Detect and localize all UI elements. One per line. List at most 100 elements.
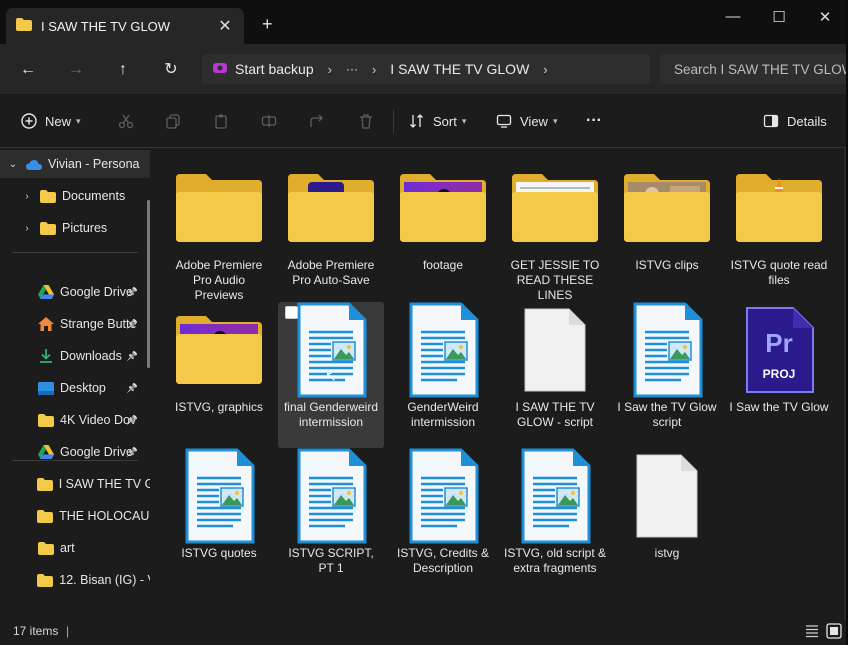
writer-document-icon bbox=[169, 448, 269, 544]
chevron-icon[interactable]: › bbox=[20, 223, 34, 234]
minimize-button[interactable]: — bbox=[718, 8, 748, 25]
sidebar-scrollbar[interactable] bbox=[147, 200, 150, 368]
sidebar-item[interactable]: Google Drive 📌 bbox=[0, 278, 150, 306]
svg-text:PROJ: PROJ bbox=[763, 367, 796, 381]
file-item[interactable]: I SAW THE TV GLOW - script bbox=[502, 302, 608, 448]
folder-item[interactable]: Adobe Premiere Pro Audio Previews bbox=[166, 160, 272, 306]
file-grid: Adobe Premiere Pro Audio Previews PrAdobe… bbox=[158, 150, 846, 616]
delete-button[interactable] bbox=[357, 95, 382, 147]
chevron-icon[interactable]: › bbox=[20, 191, 34, 202]
rename-icon bbox=[260, 112, 278, 130]
folder-item[interactable]: GET JESSIE TO READ THESE LINES bbox=[502, 160, 608, 306]
details-pane-button[interactable]: Details bbox=[762, 95, 827, 147]
details-view-button[interactable] bbox=[804, 623, 820, 639]
sidebar-item[interactable]: I SAW THE TV GL bbox=[0, 470, 150, 498]
sidebar-item[interactable]: Google Drive 📌 bbox=[0, 438, 150, 466]
file-name: Adobe Premiere Pro Audio Previews bbox=[175, 258, 263, 302]
breadcrumb-overflow[interactable]: ··· bbox=[346, 62, 358, 76]
pin-icon: 📌 bbox=[126, 286, 138, 297]
more-options-button[interactable]: ··· bbox=[586, 95, 602, 147]
chevron-icon[interactable]: ⌄ bbox=[6, 159, 20, 170]
clipboard-icon bbox=[212, 112, 230, 130]
file-item[interactable]: Pr PROJ I Saw the TV Glow bbox=[726, 302, 832, 448]
file-item[interactable]: ISTVG quotes bbox=[166, 448, 272, 594]
file-name: final Genderweird intermission bbox=[283, 400, 379, 429]
search-input[interactable]: Search I SAW THE TV GLOW bbox=[660, 54, 846, 84]
file-name: Adobe Premiere Pro Auto-Save bbox=[287, 258, 375, 287]
file-name: GET JESSIE TO READ THESE LINES bbox=[510, 258, 600, 302]
sidebar-item[interactable]: › Pictures bbox=[0, 214, 150, 242]
file-item[interactable]: GenderWeird intermission bbox=[390, 302, 496, 448]
file-item[interactable]: ↖ final Genderweird intermission bbox=[278, 302, 384, 448]
breadcrumb-current[interactable]: I SAW THE TV GLOW bbox=[390, 61, 529, 77]
sidebar-item[interactable]: art bbox=[0, 534, 150, 562]
status-bar: 17 items | bbox=[0, 620, 846, 645]
sidebar-item[interactable]: ⌄ Vivian - Persona bbox=[0, 150, 150, 178]
blank-file-icon bbox=[617, 448, 717, 544]
new-tab-button[interactable]: + bbox=[262, 14, 273, 35]
folder-icon bbox=[37, 509, 54, 523]
breadcrumb-separator: › bbox=[327, 61, 332, 77]
chevron-down-icon: ▾ bbox=[76, 115, 81, 126]
refresh-button[interactable]: ↻ bbox=[159, 58, 183, 82]
tab-i-saw-the-tv-glow[interactable]: I SAW THE TV GLOW ✕ bbox=[6, 8, 244, 44]
sidebar-item-label: Vivian - Persona bbox=[48, 157, 140, 171]
sidebar-item[interactable]: THE HOLOCAUS bbox=[0, 502, 150, 530]
forward-button[interactable]: → bbox=[64, 58, 88, 82]
writer-document-icon bbox=[393, 302, 493, 398]
paste-button[interactable] bbox=[212, 95, 237, 147]
trash-icon bbox=[357, 112, 375, 130]
share-button[interactable] bbox=[308, 95, 333, 147]
start-backup-button[interactable]: Start backup bbox=[235, 61, 314, 77]
file-item[interactable]: ISTVG, old script & extra fragments bbox=[502, 448, 608, 594]
writer-document-icon: ↖ bbox=[281, 302, 381, 398]
file-name: ISTVG, graphics bbox=[174, 400, 264, 414]
folder-item[interactable]: footage bbox=[390, 160, 496, 306]
tab-close-icon[interactable]: ✕ bbox=[212, 16, 238, 36]
up-button[interactable]: ↑ bbox=[111, 58, 135, 82]
sidebar-item[interactable]: 4K Video Dov 📌 bbox=[0, 406, 150, 434]
sidebar-item[interactable]: Desktop 📌 bbox=[0, 374, 150, 402]
cut-button[interactable] bbox=[117, 95, 142, 147]
folder-item[interactable]: ISTVG, graphics bbox=[166, 302, 272, 448]
view-button[interactable]: View ▾ bbox=[495, 95, 557, 147]
pin-icon: 📌 bbox=[126, 350, 138, 361]
maximize-button[interactable]: ☐ bbox=[764, 8, 794, 26]
large-icons-view-button[interactable] bbox=[826, 623, 842, 639]
folder-item[interactable]: PrAdobe Premiere Pro Auto-Save bbox=[278, 160, 384, 306]
mouse-cursor-icon: ↖ bbox=[325, 368, 337, 384]
back-button[interactable]: ← bbox=[16, 58, 40, 82]
file-item[interactable]: ISTVG SCRIPT, PT 1 bbox=[278, 448, 384, 594]
copy-icon bbox=[164, 112, 182, 130]
file-name: ISTVG clips bbox=[635, 258, 699, 272]
close-window-button[interactable]: ✕ bbox=[810, 8, 840, 26]
file-name: ISTVG quote read files bbox=[730, 258, 828, 287]
file-name: footage bbox=[422, 258, 464, 272]
address-bar[interactable]: Start backup › ··· › I SAW THE TV GLOW › bbox=[202, 54, 650, 84]
pin-icon: 📌 bbox=[126, 318, 138, 329]
sidebar-item[interactable]: 12. Bisan (IG) - V bbox=[0, 566, 150, 594]
new-label: New bbox=[45, 113, 72, 129]
folder-icon bbox=[169, 302, 269, 398]
sidebar-item[interactable]: › Documents bbox=[0, 182, 150, 210]
sidebar-item-label: 12. Bisan (IG) - V bbox=[59, 573, 150, 587]
file-item[interactable]: I Saw the TV Glow script bbox=[614, 302, 720, 448]
command-bar: New ▾ Sort ▾ View ▾ ··· Details bbox=[0, 95, 846, 148]
folder-item[interactable]: ISTVG clips bbox=[614, 160, 720, 306]
rename-button[interactable] bbox=[260, 95, 285, 147]
selection-checkbox[interactable] bbox=[285, 306, 298, 319]
toolbar-divider bbox=[393, 109, 394, 133]
new-button[interactable]: New ▾ bbox=[20, 95, 81, 147]
file-name: ISTVG SCRIPT, PT 1 bbox=[288, 546, 374, 575]
folder-icon bbox=[38, 541, 54, 555]
copy-button[interactable] bbox=[164, 95, 189, 147]
sort-button[interactable]: Sort ▾ bbox=[408, 95, 466, 147]
sidebar-item[interactable]: Downloads 📌 bbox=[0, 342, 150, 370]
folder-item[interactable]: ISTVG quote read files bbox=[726, 160, 832, 306]
folder-icon bbox=[505, 160, 605, 256]
file-item[interactable]: istvg bbox=[614, 448, 720, 594]
file-item[interactable]: ISTVG, Credits & Description bbox=[390, 448, 496, 594]
sidebar-item[interactable]: Strange Butte 📌 bbox=[0, 310, 150, 338]
sort-icon bbox=[408, 112, 426, 130]
folder-icon bbox=[16, 18, 32, 34]
